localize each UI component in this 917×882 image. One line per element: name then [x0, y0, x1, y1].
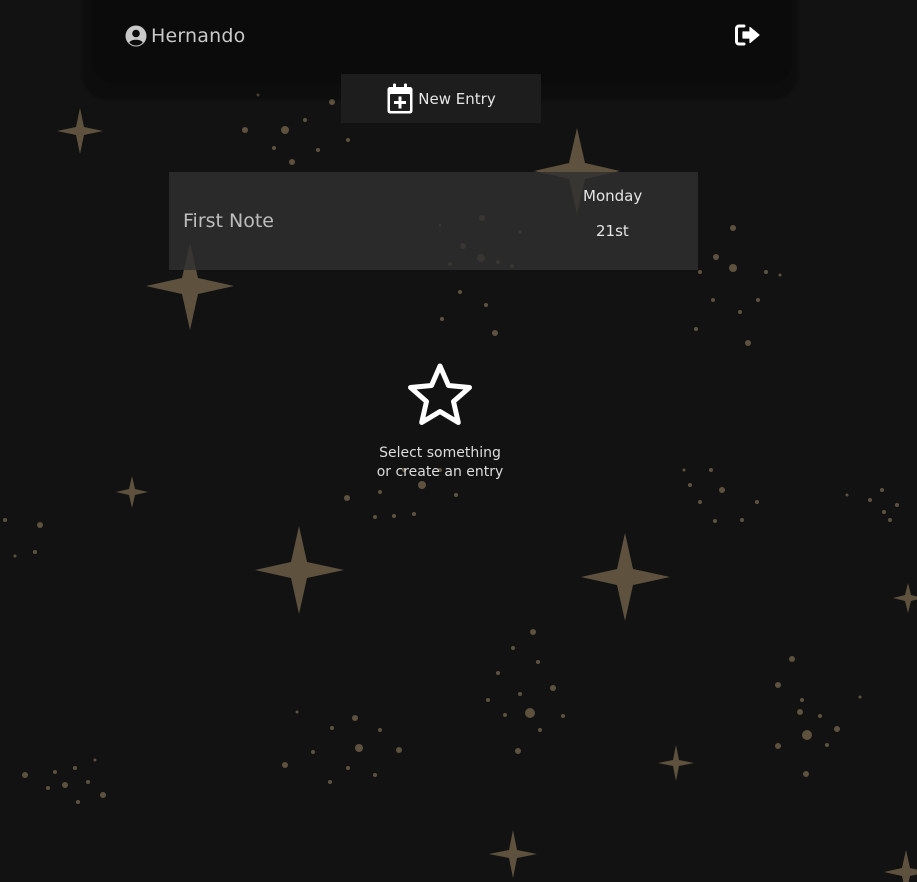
empty-state-line-1: Select something — [379, 445, 501, 461]
sparkle-star — [658, 745, 694, 781]
sparkle-star — [255, 526, 344, 614]
new-entry-button[interactable]: New Entry — [341, 74, 541, 123]
user-profile[interactable]: Hernando — [125, 24, 245, 48]
sparkle-star — [57, 108, 103, 154]
sparkle-star — [893, 583, 917, 613]
sparkle-star — [116, 476, 148, 508]
logout-icon[interactable] — [735, 24, 761, 46]
entry-date: 21st — [596, 222, 629, 240]
starry-background — [3, 40, 917, 882]
new-entry-label: New Entry — [418, 89, 496, 108]
sparkle-star — [489, 830, 537, 878]
sparkle-star — [884, 850, 917, 882]
star-outline-icon — [408, 363, 472, 425]
calendar-plus-icon — [387, 83, 413, 113]
app-stage: Hernando New Entry First Note Monday 21s… — [0, 0, 917, 882]
user-circle-icon — [125, 25, 147, 47]
empty-state-message: Select something or create an entry — [360, 444, 520, 482]
entry-card[interactable]: First Note Monday 21st — [169, 172, 698, 270]
entry-title: First Note — [183, 210, 275, 232]
sparkle-star — [581, 533, 670, 621]
user-name: Hernando — [151, 25, 246, 47]
entry-day: Monday — [583, 187, 643, 205]
empty-state-line-2: or create an entry — [376, 464, 504, 480]
